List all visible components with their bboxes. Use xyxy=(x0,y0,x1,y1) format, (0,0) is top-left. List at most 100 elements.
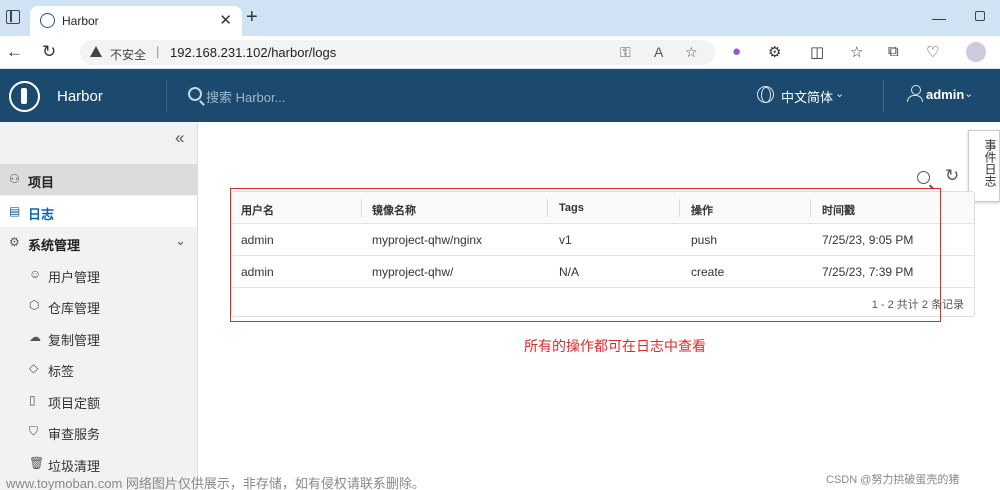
cell-operation: create xyxy=(691,265,725,279)
logs-table: 用户名 镜像名称 Tags 操作 时间戳 admin myproject-qhw… xyxy=(231,191,975,317)
logs-icon: ▤ xyxy=(9,204,21,218)
column-header-username[interactable]: 用户名 xyxy=(241,202,274,218)
address-bar: ← ↻ 不安全 | 192.168.231.102/harbor/logs ⚿ … xyxy=(0,36,1000,69)
table-header-row: 用户名 镜像名称 Tags 操作 时间戳 xyxy=(232,192,974,224)
search-icon xyxy=(188,87,202,101)
sidebar-item-label: 系统管理 xyxy=(28,238,81,253)
chevron-down-icon[interactable]: ⌄ xyxy=(175,233,186,249)
extensions-icon[interactable]: ⚙ xyxy=(768,43,781,61)
refresh-icon[interactable]: ↻ xyxy=(945,166,959,186)
table-row: admin myproject-qhw/nginx v1 push 7/25/2… xyxy=(232,224,974,256)
app-header: Harbor 中文简体 ⌄ admin ⌄ xyxy=(0,69,1000,122)
chevron-down-icon[interactable]: ⌄ xyxy=(964,87,973,100)
harbor-favicon-icon xyxy=(40,13,55,28)
sidebar: « ⚇ 项目 ▤ 日志 ⚙ 系统管理 ⌄ ☺ 用户管理 ⬡ 仓库管理 ☁ 复制管… xyxy=(0,122,198,490)
globe-icon xyxy=(757,86,774,103)
quota-icon: ▯ xyxy=(29,393,36,407)
header-divider xyxy=(883,79,884,112)
projects-icon: ⚇ xyxy=(9,172,20,186)
sidebar-item-quotas[interactable]: ▯ 项目定额 xyxy=(0,385,197,416)
tag-icon: ◇ xyxy=(29,361,39,375)
url-separator: | xyxy=(156,44,160,59)
sidebar-item-label: 审查服务 xyxy=(48,427,101,442)
favorite-star-icon[interactable]: ☆ xyxy=(685,44,698,61)
sidebar-item-label: 项目 xyxy=(28,175,55,190)
browser-tabbar: Harbor ✕ + — xyxy=(0,0,1000,36)
global-search-input[interactable] xyxy=(206,87,506,107)
window-menu-icon[interactable] xyxy=(6,10,20,24)
sidebar-item-label: 仓库管理 xyxy=(48,301,101,316)
column-header-repository[interactable]: 镜像名称 xyxy=(372,202,416,218)
sidebar-item-labels[interactable]: ◇ 标签 xyxy=(0,353,197,384)
minimize-button[interactable]: — xyxy=(932,10,946,26)
watermark-text: CSDN @努力拱破蛋壳的猪 xyxy=(826,474,960,486)
copilot-icon[interactable]: ● xyxy=(732,43,741,60)
browser-tab[interactable]: Harbor ✕ xyxy=(30,6,242,36)
sidebar-item-registries[interactable]: ⬡ 仓库管理 xyxy=(0,290,197,321)
insecure-label: 不安全 xyxy=(110,48,147,62)
sidebar-item-label: 日志 xyxy=(28,207,55,222)
pagination-summary: 1 - 2 共计 2 条记录 xyxy=(871,299,964,311)
harbor-logo-icon[interactable] xyxy=(9,81,40,112)
cell-username: admin xyxy=(241,265,274,279)
header-divider xyxy=(166,79,167,112)
tab-title: Harbor xyxy=(62,14,99,28)
tab-close-icon[interactable]: ✕ xyxy=(219,11,232,29)
back-icon[interactable]: ← xyxy=(6,42,23,62)
users-icon: ☺ xyxy=(29,267,42,281)
cell-operation: push xyxy=(691,233,718,247)
app-name[interactable]: Harbor xyxy=(57,88,103,105)
table-row: admin myproject-qhw/ N/A create 7/25/23,… xyxy=(232,256,974,288)
chevron-down-icon[interactable]: ⌄ xyxy=(835,87,844,100)
cell-tags: N/A xyxy=(559,265,580,279)
column-header-timestamp[interactable]: 时间戳 xyxy=(822,202,855,218)
column-divider xyxy=(810,199,811,217)
new-tab-button[interactable]: + xyxy=(246,6,258,28)
annotation-text: 所有的操作都可在日志中查看 xyxy=(524,338,706,354)
registry-icon: ⬡ xyxy=(29,298,40,312)
url-text[interactable]: 192.168.231.102/harbor/logs xyxy=(170,45,336,60)
trash-icon: 🗑 xyxy=(29,456,45,470)
sidebar-item-label: 复制管理 xyxy=(48,333,101,348)
reload-icon[interactable]: ↻ xyxy=(42,42,56,62)
profile-avatar[interactable] xyxy=(966,42,986,62)
cell-repository: myproject-qhw/ xyxy=(372,265,454,279)
collections-icon[interactable]: ⧉ xyxy=(888,43,899,60)
cell-username: admin xyxy=(241,233,274,247)
warning-icon xyxy=(90,46,102,57)
cell-repository: myproject-qhw/nginx xyxy=(372,233,483,247)
cell-tags: v1 xyxy=(559,233,572,247)
sidebar-item-projects[interactable]: ⚇ 项目 xyxy=(0,164,197,195)
table-footer: 1 - 2 共计 2 条记录 xyxy=(232,288,974,316)
column-header-tags[interactable]: Tags xyxy=(559,202,584,214)
collapse-sidebar-icon[interactable]: « xyxy=(175,128,184,148)
language-selector[interactable]: 中文简体 xyxy=(781,87,833,106)
sidebar-item-label: 用户管理 xyxy=(48,270,101,285)
column-header-operation[interactable]: 操作 xyxy=(691,202,713,218)
sidebar-item-users[interactable]: ☺ 用户管理 xyxy=(0,259,197,290)
split-screen-icon[interactable]: ◫ xyxy=(810,43,824,61)
user-icon xyxy=(907,85,923,103)
sidebar-item-interrogation[interactable]: ⛉ 审查服务 xyxy=(0,416,197,447)
search-icon[interactable] xyxy=(917,171,930,184)
replication-icon: ☁ xyxy=(29,330,41,344)
column-divider xyxy=(679,199,680,217)
watermark-text: www.toymoban.com 网络图片仅供展示，非存储，如有侵权请联系删除。 xyxy=(6,476,425,490)
performance-icon[interactable]: ♡ xyxy=(926,43,939,61)
favorites-icon[interactable]: ☆ xyxy=(850,43,863,61)
column-divider xyxy=(547,199,548,217)
cell-timestamp: 7/25/23, 7:39 PM xyxy=(822,265,914,279)
key-icon[interactable]: ⚿ xyxy=(620,44,631,61)
user-menu[interactable]: admin xyxy=(926,87,964,102)
maximize-button[interactable] xyxy=(975,11,985,21)
sidebar-item-label: 标签 xyxy=(48,364,75,379)
sidebar-item-administration[interactable]: ⚙ 系统管理 ⌄ xyxy=(0,227,197,258)
cell-timestamp: 7/25/23, 9:05 PM xyxy=(822,233,914,247)
read-aloud-icon[interactable]: A xyxy=(654,44,663,60)
admin-icon: ⚙ xyxy=(9,235,20,249)
sidebar-item-replications[interactable]: ☁ 复制管理 xyxy=(0,322,197,353)
sidebar-item-logs[interactable]: ▤ 日志 xyxy=(0,196,197,227)
url-field[interactable]: 不安全 | 192.168.231.102/harbor/logs ⚿ A ☆ xyxy=(80,40,715,65)
sidebar-item-label: 项目定额 xyxy=(48,396,101,411)
column-divider xyxy=(361,199,362,217)
